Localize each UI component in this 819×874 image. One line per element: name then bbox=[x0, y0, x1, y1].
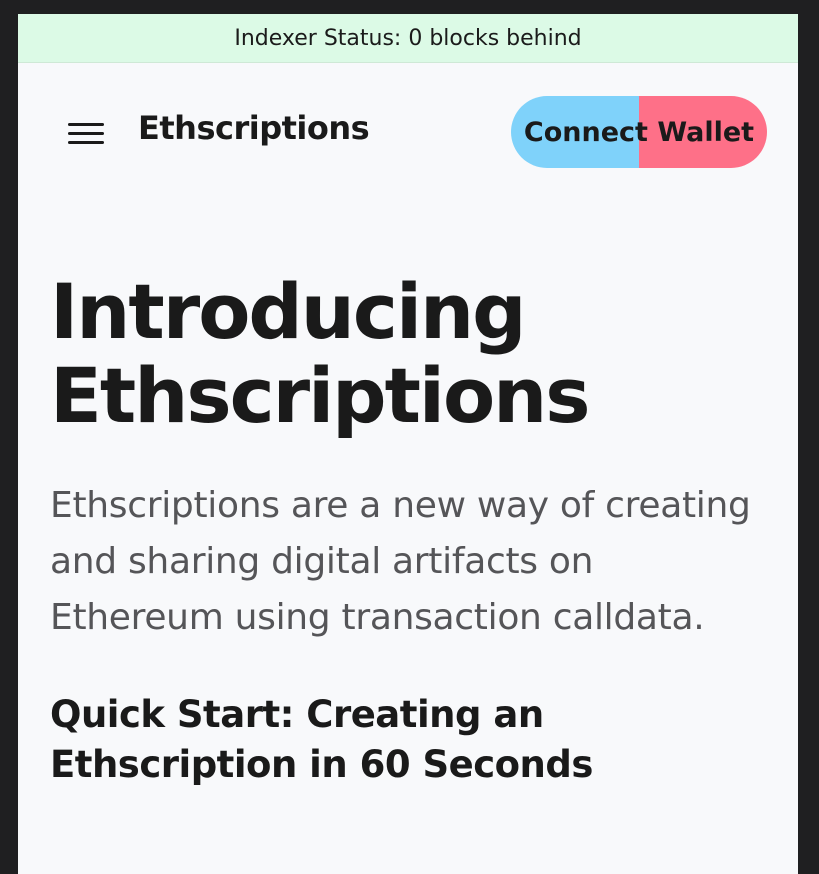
indexer-status-bar: Indexer Status: 0 blocks behind bbox=[18, 14, 798, 63]
hero-description: Ethscriptions are a new way of creating … bbox=[50, 485, 751, 638]
browser-viewport: Indexer Status: 0 blocks behind Ethscrip… bbox=[18, 14, 798, 874]
connect-wallet-button[interactable]: Connect Wallet bbox=[511, 96, 767, 168]
site-logo-text[interactable]: Ethscriptions bbox=[138, 109, 370, 147]
main-content: Introducing Ethscriptions Ethscriptions … bbox=[50, 270, 758, 790]
hero-title: Introducing Ethscriptions bbox=[50, 267, 591, 440]
indexer-status-text: Indexer Status: 0 blocks behind bbox=[234, 25, 582, 51]
site-header: Ethscriptions Connect Wallet bbox=[18, 63, 798, 200]
hamburger-menu-icon[interactable] bbox=[66, 120, 106, 146]
quick-start-heading: Quick Start: Creating an Ethscription in… bbox=[50, 693, 593, 786]
